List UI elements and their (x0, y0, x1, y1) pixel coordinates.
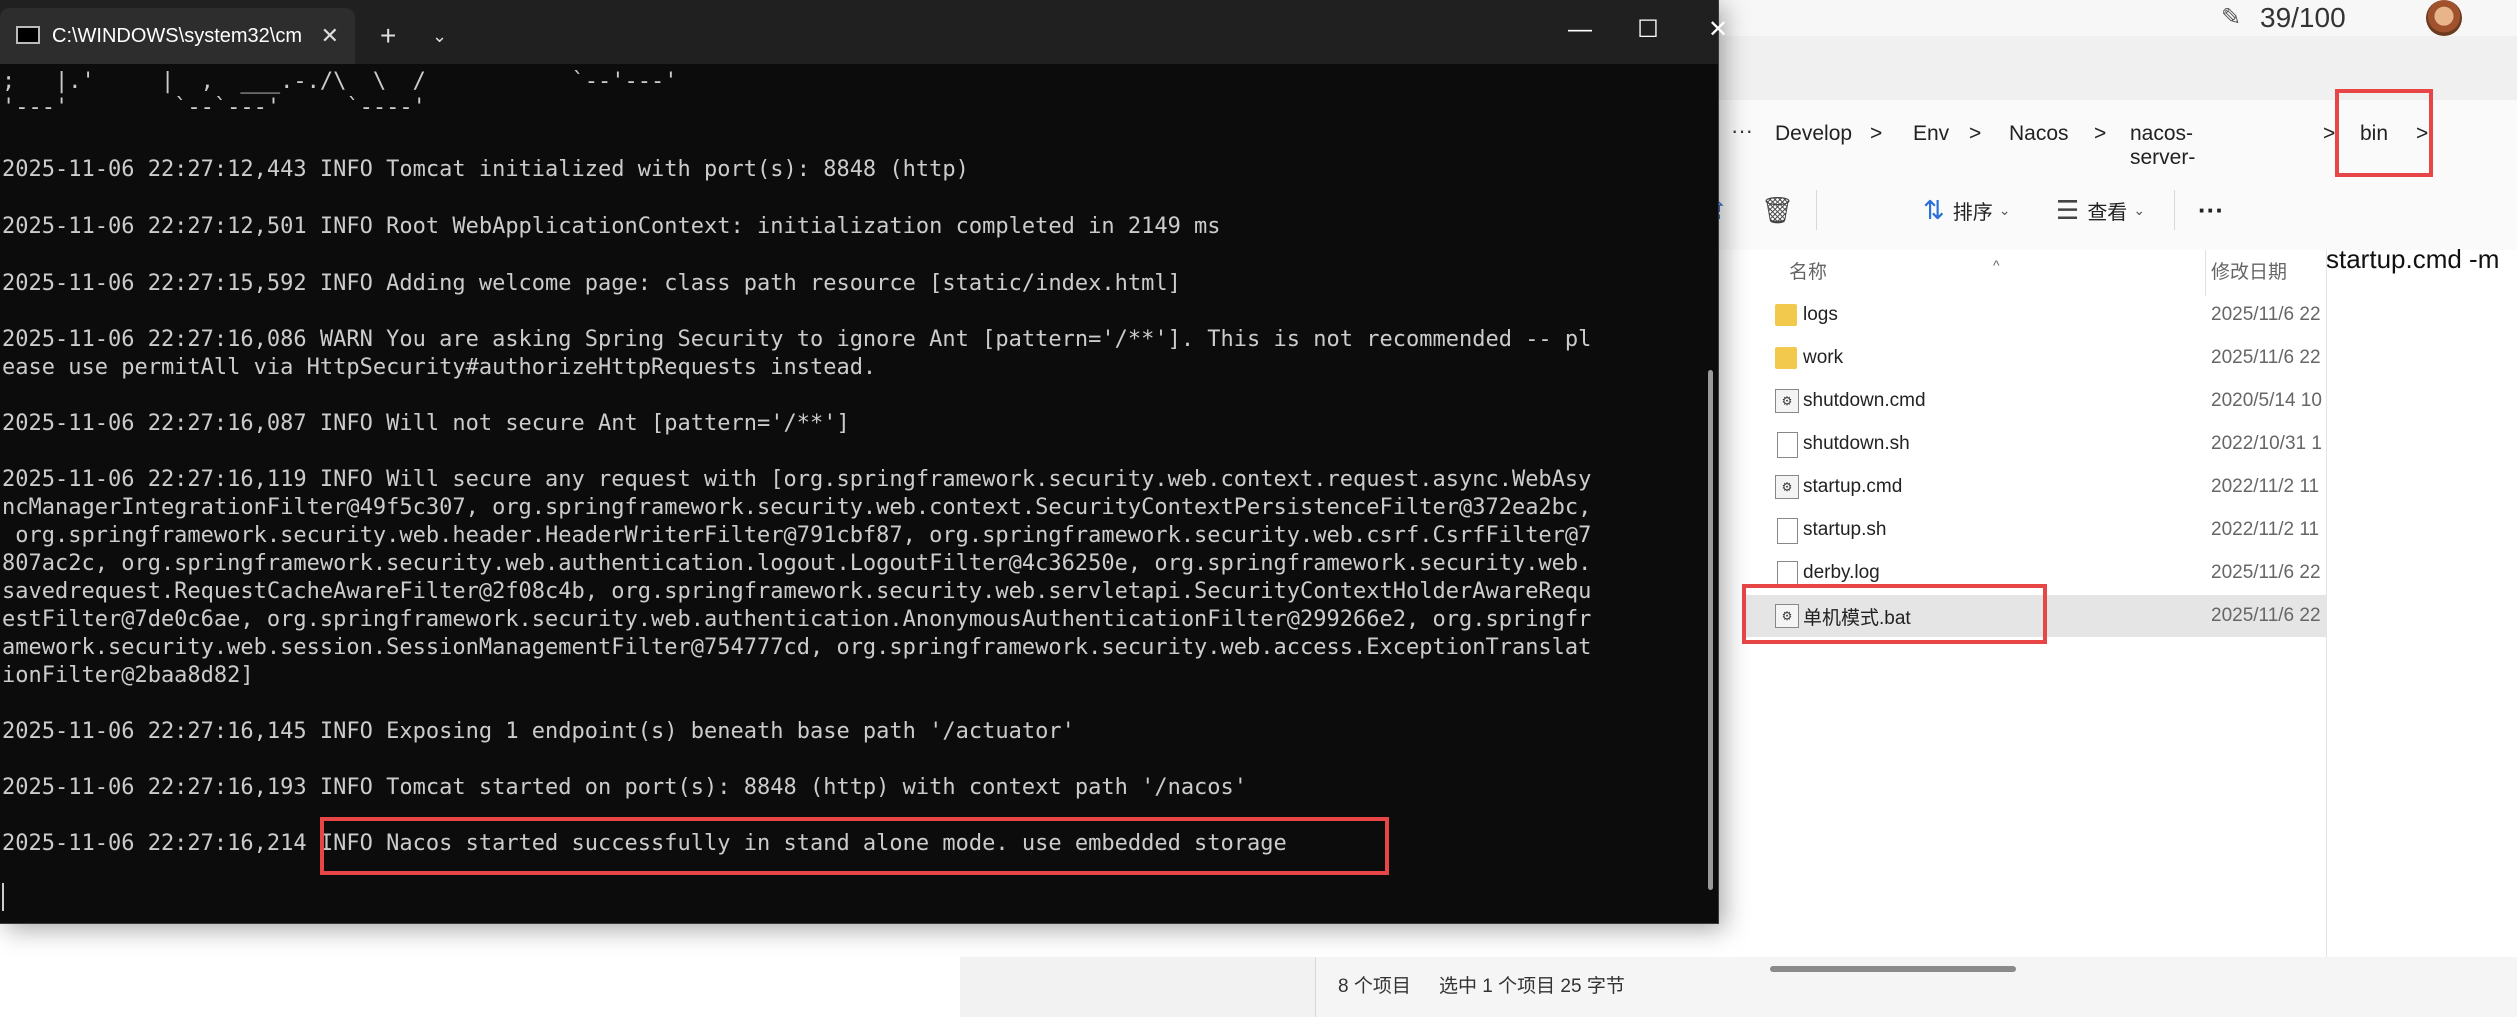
chevron-down-icon[interactable]: ⌄ (432, 8, 447, 64)
sort-label: 排序 (1952, 201, 1993, 224)
sort-icon: ⇅ (1923, 194, 1945, 225)
log-line: ionFilter@2baa8d82] (2, 663, 254, 688)
file-date: 2022/10/31 1 (2211, 433, 2322, 454)
file-date: 2020/5/14 10 (2211, 390, 2322, 411)
breadcrumb-sep[interactable]: > (2094, 122, 2106, 146)
breadcrumb-item-nacos[interactable]: Nacos (2009, 122, 2069, 146)
log-line: 2025-11-06 22:27:12,443 INFO Tomcat init… (2, 157, 969, 182)
log-line: 2025-11-06 22:27:16,145 INFO Exposing 1 … (2, 719, 1075, 744)
log-line: 2025-11-06 22:27:15,592 INFO Adding welc… (2, 271, 1181, 296)
column-header-date[interactable]: 修改日期 (2211, 250, 2287, 296)
divider (2174, 190, 2175, 230)
close-tab-icon[interactable]: ✕ (321, 8, 339, 64)
delete-button[interactable]: 🗑 (1761, 170, 1802, 250)
file-date: 2025/11/6 22 (2211, 605, 2321, 626)
tab-cmd[interactable]: C:\WINDOWS\system32\cmd.e ✕ (0, 8, 355, 64)
log-line: 807ac2c, org.springframework.security.we… (2, 551, 1592, 576)
view-icon: ☰ (2056, 194, 2080, 225)
selection-info: 选中 1 个项目 25 字节 (1439, 976, 1625, 997)
file-name: logs (1803, 304, 1838, 325)
highlight-box (2335, 89, 2433, 177)
more-options-button[interactable]: ··· (2198, 170, 2224, 250)
log-line: 2025-11-06 22:27:16,087 INFO Will not se… (2, 411, 850, 436)
chevron-down-icon: ⌄ (2133, 201, 2146, 218)
close-button[interactable]: ✕ (1688, 0, 1748, 60)
taskbar-strip (1700, 0, 2517, 36)
trash-icon: 🗑 (1761, 194, 1795, 225)
chevron-down-icon: ⌄ (1998, 201, 2011, 218)
divider (2205, 250, 2206, 296)
sort-button[interactable]: ⇅ 排序 ⌄ (1923, 170, 2011, 250)
list-item[interactable]: shutdown.sh 2022/10/31 1 (1743, 423, 2327, 465)
log-line: 2025-11-06 22:27:12,501 INFO Root WebApp… (2, 214, 1221, 239)
log-line: savedrequest.RequestCacheAwareFilter@2f0… (2, 579, 1592, 604)
divider (1816, 190, 1817, 230)
sort-arrow-icon: ^ (1993, 257, 2000, 273)
new-tab-button[interactable]: + (380, 8, 396, 64)
file-icon (1777, 432, 1798, 458)
banner-line: '---' `--`---' `----' (2, 95, 426, 120)
file-date: 2025/11/6 22 (2211, 347, 2321, 368)
view-button[interactable]: ☰ 查看 ⌄ (2056, 170, 2145, 250)
console-output[interactable]: ; |.' | , ___.-./\ \ / `--'---' '---' `-… (2, 64, 1682, 914)
horizontal-scrollbar[interactable] (1770, 966, 2016, 972)
text-cursor (2, 883, 4, 911)
file-icon (1777, 518, 1798, 544)
tab-title: C:\WINDOWS\system32\cmd.e (52, 25, 302, 47)
file-date: 2025/11/6 22 (2211, 304, 2321, 325)
preview-pane-text: startup.cmd -m (2326, 244, 2500, 274)
log-line: estFilter@7de0c6ae, org.springframework.… (2, 607, 1592, 632)
list-item[interactable]: logs 2025/11/6 22 (1743, 294, 2327, 336)
banner-line: ; |.' | , ___.-./\ \ / `--'---' (2, 69, 678, 94)
breadcrumb-sep[interactable]: > (1870, 122, 1882, 146)
preview-divider (2326, 250, 2327, 1000)
log-line: org.springframework.security.web.header.… (2, 523, 1592, 548)
log-line: ease use permitAll via HttpSecurity#auth… (2, 355, 877, 380)
pen-slash-icon[interactable]: ✎ (2216, 2, 2246, 32)
breadcrumb-sep[interactable]: > (2323, 122, 2335, 146)
list-item[interactable]: startup.sh 2022/11/2 11 (1743, 509, 2327, 551)
minimize-button[interactable]: — (1550, 0, 1610, 60)
log-line: 2025-11-06 22:27:16,193 INFO Tomcat star… (2, 775, 1248, 800)
terminal-icon (16, 26, 40, 44)
file-name: startup.sh (1803, 519, 1887, 540)
breadcrumb-sep[interactable]: > (1969, 122, 1981, 146)
maximize-button[interactable]: ☐ (1618, 0, 1678, 60)
column-header-name[interactable]: 名称 (1789, 250, 1827, 296)
item-count: 8 个项目 (1338, 976, 1411, 997)
file-name: shutdown.sh (1803, 433, 1910, 454)
highlight-box (1742, 584, 2047, 644)
progress-counter: 39/100 (2260, 2, 2346, 33)
file-name: derby.log (1803, 562, 1880, 583)
file-date: 2022/11/2 11 (2211, 476, 2320, 497)
folder-icon (1775, 304, 1797, 326)
file-name: work (1803, 347, 1844, 368)
folder-icon (1775, 347, 1797, 369)
avatar[interactable] (2426, 0, 2462, 36)
list-item[interactable]: work 2025/11/6 22 (1743, 337, 2327, 379)
file-date: 2025/11/6 22 (2211, 562, 2321, 583)
cmd-file-icon: ⚙ (1775, 389, 1799, 413)
cmd-titlebar: C:\WINDOWS\system32\cmd.e ✕ + ⌄ — ☐ ✕ (0, 0, 1728, 64)
more-crumbs-icon[interactable]: ··· (1731, 118, 1753, 144)
file-name: startup.cmd (1803, 476, 1903, 497)
list-item[interactable]: ⚙ startup.cmd 2022/11/2 11 (1743, 466, 2327, 508)
log-line: amework.security.web.session.SessionMana… (2, 635, 1592, 660)
log-line: ncManagerIntegrationFilter@49f5c307, org… (2, 495, 1592, 520)
file-date: 2022/11/2 11 (2211, 519, 2320, 540)
view-label: 查看 (2087, 201, 2128, 224)
vertical-scrollbar[interactable] (1708, 370, 1713, 890)
log-line: 2025-11-06 22:27:16,119 INFO Will secure… (2, 467, 1592, 492)
breadcrumb-item-env[interactable]: Env (1913, 122, 1949, 146)
list-item[interactable]: ⚙ shutdown.cmd 2020/5/14 10 (1743, 380, 2327, 422)
breadcrumb-item-develop[interactable]: Develop (1775, 122, 1852, 146)
log-line: 2025-11-06 22:27:16,086 WARN You are ask… (2, 327, 1592, 352)
highlight-box (320, 817, 1389, 875)
cmd-window: C:\WINDOWS\system32\cmd.e ✕ + ⌄ — ☐ ✕ ; … (0, 0, 1728, 923)
cmd-file-icon: ⚙ (1775, 475, 1799, 499)
file-name: shutdown.cmd (1803, 390, 1926, 411)
